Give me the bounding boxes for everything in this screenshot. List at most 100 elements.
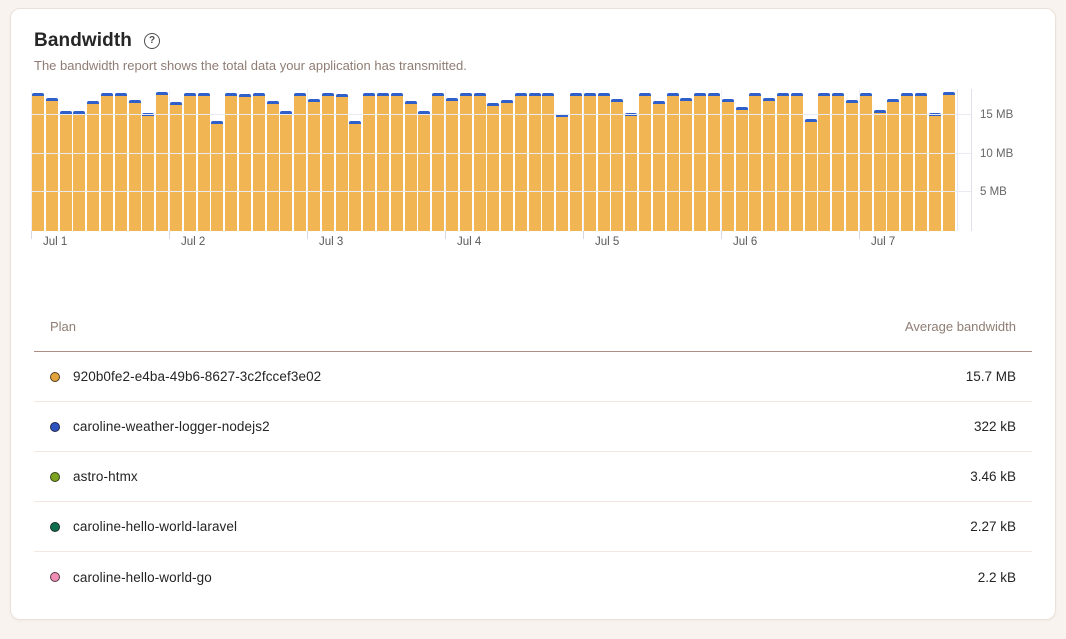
chart-bar-segment-orange [474, 96, 486, 231]
chart-bar[interactable] [405, 101, 417, 231]
chart-bar[interactable] [418, 111, 430, 231]
chart-bar[interactable] [60, 111, 72, 231]
chart-bar-segment-orange [60, 114, 72, 231]
chart-bar-segment-orange [556, 117, 568, 231]
plan-name: 920b0fe2-e4ba-49b6-8627-3c2fccef3e02 [73, 369, 966, 384]
chart-bar[interactable] [349, 121, 361, 231]
plan-color-dot [50, 472, 60, 482]
y-gridline [31, 191, 971, 192]
table-header-average-bandwidth: Average bandwidth [905, 319, 1016, 334]
chart-bar-segment-orange [653, 104, 665, 231]
chart-bar-segment-orange [184, 96, 196, 231]
chart-bar[interactable] [929, 113, 941, 231]
x-axis-label: Jul 3 [319, 236, 343, 248]
chart-bar-segment-orange [749, 96, 761, 231]
help-icon[interactable]: ? [144, 33, 160, 49]
table-header-plan: Plan [50, 319, 76, 334]
chart-bar-segment-orange [832, 96, 844, 231]
chart-bar-segment-orange [432, 96, 444, 231]
chart-bar-segment-orange [32, 96, 44, 231]
chart-bar-segment-orange [598, 96, 610, 231]
x-axis-tick [445, 231, 446, 239]
day-gridline [583, 89, 584, 231]
chart-bar[interactable] [280, 111, 292, 231]
chart-bar[interactable] [446, 98, 458, 231]
chart-bar[interactable] [846, 100, 858, 231]
plan-name: caroline-hello-world-go [73, 570, 978, 585]
chart-bar-segment-orange [584, 96, 596, 231]
y-axis-label: 10 MB [980, 148, 1013, 160]
chart-bar[interactable] [653, 101, 665, 231]
plan-average-bandwidth: 2.2 kB [978, 570, 1016, 585]
chart-bar[interactable] [736, 107, 748, 231]
plan-average-bandwidth: 322 kB [974, 419, 1016, 434]
chart-bar-segment-orange [336, 97, 348, 231]
chart-bar[interactable] [46, 98, 58, 231]
chart-bar[interactable] [805, 119, 817, 231]
x-axis-tick [583, 231, 584, 239]
table-row: caroline-weather-logger-nodejs2322 kB [34, 402, 1032, 452]
chart-bar-segment-orange [542, 96, 554, 231]
chart-bar[interactable] [625, 113, 637, 231]
chart-bar[interactable] [170, 102, 182, 231]
chart-bar[interactable] [73, 111, 85, 231]
page-subtitle: The bandwidth report shows the total dat… [34, 58, 1032, 73]
chart-bar[interactable] [211, 121, 223, 231]
day-gridline [721, 89, 722, 231]
chart-bar[interactable] [487, 103, 499, 231]
chart-bar-segment-orange [377, 96, 389, 231]
chart-bar-segment-orange [736, 110, 748, 231]
chart-bar-segment-orange [929, 116, 941, 231]
x-axis-label: Jul 2 [181, 236, 205, 248]
day-gridline [859, 89, 860, 231]
chart-bar[interactable] [763, 98, 775, 231]
chart-bar-segment-orange [129, 103, 141, 231]
x-axis-label: Jul 7 [871, 236, 895, 248]
plot-right-boundary [957, 89, 958, 231]
chart-bar-segment-orange [915, 96, 927, 231]
chart-bar[interactable] [267, 101, 279, 231]
y-axis-label: 15 MB [980, 109, 1013, 121]
chart-bar[interactable] [87, 101, 99, 231]
chart-bar-segment-orange [170, 105, 182, 231]
day-gridline [31, 89, 32, 231]
chart-bar-segment-orange [46, 101, 58, 231]
chart-bar-segment-orange [198, 96, 210, 231]
chart-bar-segment-orange [846, 103, 858, 231]
chart-bar[interactable] [142, 113, 154, 231]
plan-color-dot [50, 572, 60, 582]
chart-bar[interactable] [874, 110, 886, 231]
chart-bar-segment-orange [391, 96, 403, 231]
chart-bar-segment-orange [115, 96, 127, 231]
chart-bar[interactable] [611, 99, 623, 231]
chart-bar[interactable] [943, 92, 955, 231]
chart-bar[interactable] [556, 114, 568, 231]
plan-name: astro-htmx [73, 469, 970, 484]
chart-bar[interactable] [887, 99, 899, 231]
chart-bar[interactable] [680, 98, 692, 231]
chart-bar[interactable] [156, 92, 168, 231]
chart-bar-segment-orange [639, 96, 651, 231]
chart-bars [32, 92, 955, 231]
chart-bar-segment-orange [722, 102, 734, 231]
chart-bar-segment-orange [239, 97, 251, 231]
chart-bar-segment-orange [267, 104, 279, 231]
chart-bar-segment-orange [487, 106, 499, 231]
chart-bar[interactable] [501, 100, 513, 231]
page-title: Bandwidth [34, 30, 132, 52]
plan-name: caroline-hello-world-laravel [73, 519, 970, 534]
chart-bar-segment-orange [308, 102, 320, 231]
chart-bar-segment-orange [349, 124, 361, 231]
chart-bar-segment-orange [294, 96, 306, 231]
table-header-row: Plan Average bandwidth [34, 319, 1032, 352]
plan-average-bandwidth: 15.7 MB [966, 369, 1016, 384]
plan-name: caroline-weather-logger-nodejs2 [73, 419, 974, 434]
chart-bar[interactable] [308, 99, 320, 231]
chart-bar[interactable] [722, 99, 734, 231]
chart-bar-segment-orange [680, 101, 692, 231]
chart-bar[interactable] [129, 100, 141, 231]
plan-color-dot [50, 422, 60, 432]
x-axis-tick [721, 231, 722, 239]
chart-bar-segment-orange [446, 101, 458, 231]
chart-bar-segment-orange [142, 116, 154, 231]
